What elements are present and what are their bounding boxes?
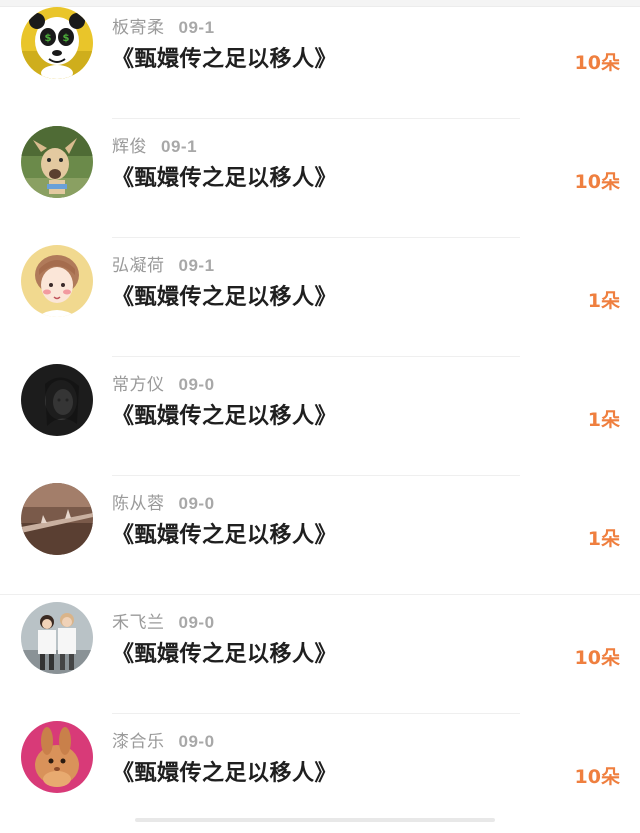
user-meta: 板寄柔 09-1 (112, 13, 215, 38)
flower-amount: 10朵 (574, 766, 620, 788)
list-item[interactable]: 禾飞兰 09-0 《甄嬛传之足以移人》 10朵 (0, 595, 640, 714)
gift-record-list[interactable]: $ $ 板寄柔 09-1 《甄嬛传之足以移人》 10朵 辉俊 09-1 《甄嬛传… (0, 0, 640, 833)
book-title[interactable]: 《甄嬛传之足以移人》 (112, 517, 337, 549)
book-title[interactable]: 《甄嬛传之足以移人》 (112, 160, 337, 192)
user-name[interactable]: 陈从蓉 (112, 494, 165, 514)
svg-text:$: $ (63, 33, 70, 44)
user-meta: 辉俊 09-1 (112, 132, 197, 157)
book-title[interactable]: 《甄嬛传之足以移人》 (112, 398, 337, 430)
svg-text:$: $ (45, 33, 52, 44)
send-date: 09-1 (161, 137, 198, 156)
user-name[interactable]: 板寄柔 (112, 18, 165, 38)
book-title[interactable]: 《甄嬛传之足以移人》 (112, 41, 337, 73)
flower-amount: 1朵 (587, 290, 620, 312)
panda-avatar-icon[interactable]: $ $ (21, 7, 93, 79)
send-date: 09-1 (178, 18, 215, 37)
flower-amount: 1朵 (587, 409, 620, 431)
list-item[interactable]: 漆合乐 09-0 《甄嬛传之足以移人》 10朵 (0, 714, 640, 833)
couple-avatar-icon[interactable] (21, 602, 93, 674)
list-item[interactable]: 常方仪 09-0 《甄嬛传之足以移人》 1朵 (0, 357, 640, 476)
user-meta: 禾飞兰 09-0 (112, 608, 215, 633)
user-name[interactable]: 常方仪 (112, 375, 165, 395)
list-item[interactable]: $ $ 板寄柔 09-1 《甄嬛传之足以移人》 10朵 (0, 0, 640, 119)
user-name[interactable]: 弘凝荷 (112, 256, 165, 276)
bottom-edge-divider (135, 818, 495, 822)
send-date: 09-0 (178, 494, 215, 513)
send-date: 09-1 (178, 256, 215, 275)
user-meta: 常方仪 09-0 (112, 370, 215, 395)
branch-avatar-icon[interactable] (21, 483, 93, 555)
send-date: 09-0 (178, 375, 215, 394)
user-meta: 漆合乐 09-0 (112, 727, 215, 752)
cartoon-girl-avatar-icon[interactable] (21, 245, 93, 317)
user-name[interactable]: 辉俊 (112, 137, 147, 157)
flower-amount: 1朵 (587, 528, 620, 550)
user-meta: 陈从蓉 09-0 (112, 489, 215, 514)
list-item[interactable]: 弘凝荷 09-1 《甄嬛传之足以移人》 1朵 (0, 238, 640, 357)
user-meta: 弘凝荷 09-1 (112, 251, 215, 276)
list-item[interactable]: 陈从蓉 09-0 《甄嬛传之足以移人》 1朵 (0, 476, 640, 595)
list-item[interactable]: 辉俊 09-1 《甄嬛传之足以移人》 10朵 (0, 119, 640, 238)
send-date: 09-0 (178, 613, 215, 632)
dog-avatar-icon[interactable] (21, 126, 93, 198)
flower-amount: 10朵 (574, 52, 620, 74)
dark-portrait-avatar-icon[interactable] (21, 364, 93, 436)
book-title[interactable]: 《甄嬛传之足以移人》 (112, 755, 337, 787)
send-date: 09-0 (178, 732, 215, 751)
rabbit-avatar-icon[interactable] (21, 721, 93, 793)
flower-amount: 10朵 (574, 171, 620, 193)
book-title[interactable]: 《甄嬛传之足以移人》 (112, 279, 337, 311)
user-name[interactable]: 漆合乐 (112, 732, 165, 752)
flower-amount: 10朵 (574, 647, 620, 669)
book-title[interactable]: 《甄嬛传之足以移人》 (112, 636, 337, 668)
user-name[interactable]: 禾飞兰 (112, 613, 165, 633)
